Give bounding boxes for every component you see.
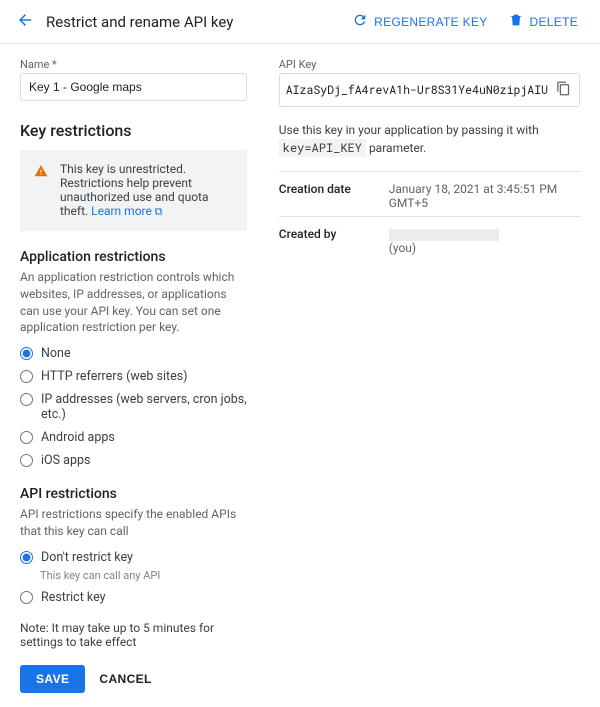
regenerate-key-button[interactable]: REGENERATE KEY [346,8,493,35]
refresh-icon [352,12,368,31]
footer-actions: SAVE CANCEL [20,665,247,693]
radio-restrict[interactable]: Restrict key [20,590,247,605]
external-link-icon: ⧉ [152,205,163,218]
page-header: Restrict and rename API key REGENERATE K… [0,0,600,44]
radio-ios[interactable]: iOS apps [20,453,247,468]
save-button[interactable]: SAVE [20,665,85,693]
radio-http[interactable]: HTTP referrers (web sites) [20,369,247,384]
app-restrictions-desc: An application restriction controls whic… [20,269,247,336]
key-restrictions-heading: Key restrictions [20,121,247,140]
warning-icon [34,164,48,181]
cancel-button[interactable]: CANCEL [99,672,151,686]
creation-date-row: Creation date January 18, 2021 at 3:45:5… [279,171,580,216]
left-column: Name * Key restrictions This key is unre… [20,58,247,693]
creation-date-value: January 18, 2021 at 3:45:51 PM GMT+5 [389,182,580,210]
copy-icon [556,84,571,99]
copy-button[interactable] [554,79,573,101]
trash-icon [508,12,524,31]
delete-label: DELETE [530,15,578,29]
app-restrictions-radios: None HTTP referrers (web sites) IP addre… [20,346,247,468]
page-title: Restrict and rename API key [46,13,233,31]
back-arrow-icon[interactable] [16,11,34,33]
api-key-box: AIzaSyDj_fA4revA1h-Ur8S31Ye4uN0zipjAIU [279,73,580,107]
radio-ip[interactable]: IP addresses (web servers, cron jobs, et… [20,392,247,422]
regenerate-label: REGENERATE KEY [374,15,487,29]
radio-dont-restrict[interactable]: Don't restrict key [20,550,247,565]
right-column: API Key AIzaSyDj_fA4revA1h-Ur8S31Ye4uN0z… [279,58,580,693]
api-restrictions-heading: API restrictions [20,486,247,502]
created-by-redacted [389,229,499,241]
api-key-value: AIzaSyDj_fA4revA1h-Ur8S31Ye4uN0zipjAIU [286,83,548,98]
api-restrictions-desc: API restrictions specify the enabled API… [20,506,247,540]
api-key-label: API Key [279,58,580,71]
creation-date-label: Creation date [279,182,389,210]
usage-instruction: Use this key in your application by pass… [279,121,580,157]
app-restrictions-heading: Application restrictions [20,249,247,265]
created-by-value: (you) [389,227,580,255]
radio-android[interactable]: Android apps [20,430,247,445]
delete-key-button[interactable]: DELETE [502,8,584,35]
name-label: Name * [20,58,247,71]
unrestricted-warning: This key is unrestricted. Restrictions h… [20,150,247,231]
api-restrictions-radios: Don't restrict key This key can call any… [20,550,247,605]
name-input[interactable] [20,73,247,101]
radio-none[interactable]: None [20,346,247,361]
created-by-label: Created by [279,227,389,255]
propagation-note: Note: It may take up to 5 minutes for se… [20,621,247,649]
content: Name * Key restrictions This key is unre… [0,44,600,707]
created-by-row: Created by (you) [279,216,580,261]
learn-more-link[interactable]: Learn more ⧉ [91,204,162,218]
usage-code: key=API_KEY [279,139,366,157]
radio-dont-restrict-sub: This key can call any API [40,569,247,582]
header-actions: REGENERATE KEY DELETE [346,8,584,35]
